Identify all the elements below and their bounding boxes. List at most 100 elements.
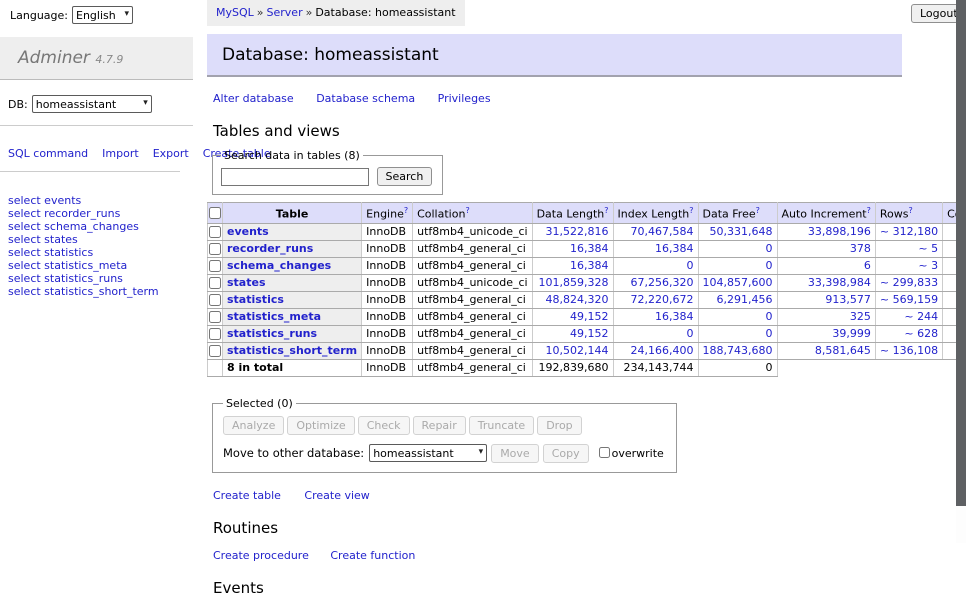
rows-count-link[interactable]: ~ 3 [918, 259, 938, 272]
row-checkbox[interactable] [209, 243, 221, 255]
index-length-link[interactable]: 72,220,672 [631, 293, 694, 306]
data-free-link[interactable]: 188,743,680 [703, 344, 773, 357]
selected-action-button[interactable]: Repair [413, 416, 466, 435]
sidebar-select-table-link[interactable]: select statistics_short_term [8, 285, 185, 298]
create-function-link[interactable]: Create function [330, 549, 415, 562]
row-checkbox[interactable] [209, 226, 221, 238]
search-input[interactable] [221, 168, 369, 186]
vertical-scrollbar-thumb[interactable] [956, 0, 966, 506]
data-free-link[interactable]: 0 [766, 242, 773, 255]
index-length-link[interactable]: 0 [687, 327, 694, 340]
index-length-link[interactable]: 70,467,584 [631, 225, 694, 238]
index-length-link[interactable]: 0 [687, 259, 694, 272]
sidebar-select-table-link[interactable]: select recorder_runs [8, 207, 185, 220]
index-length-link[interactable]: 16,384 [655, 310, 694, 323]
breadcrumb-mysql-link[interactable]: MySQL [216, 6, 254, 19]
column-help-link[interactable]: ? [908, 206, 912, 215]
rows-count-link[interactable]: ~ 299,833 [880, 276, 938, 289]
move-database-select[interactable]: homeassistant [369, 444, 487, 462]
data-length-link[interactable]: 16,384 [570, 242, 609, 255]
column-help-link[interactable]: ? [867, 206, 871, 215]
column-help-link[interactable]: ? [465, 206, 469, 215]
rows-count-link[interactable]: ~ 136,108 [880, 344, 938, 357]
rows-count-link[interactable]: ~ 312,180 [880, 225, 938, 238]
privileges-link[interactable]: Privileges [438, 92, 491, 105]
alter-database-link[interactable]: Alter database [213, 92, 294, 105]
auto-increment-link[interactable]: 33,898,196 [808, 225, 871, 238]
data-length-link[interactable]: 10,502,144 [546, 344, 609, 357]
rows-count-link[interactable]: ~ 244 [904, 310, 938, 323]
create-table-link[interactable]: Create table [213, 489, 281, 502]
column-help-link[interactable]: ? [756, 206, 760, 215]
sidebar-select-table-link[interactable]: select statistics_runs [8, 272, 185, 285]
column-help-link[interactable]: ? [604, 206, 608, 215]
data-length-link[interactable]: 31,522,816 [546, 225, 609, 238]
sidebar-select-table-link[interactable]: select events [8, 194, 185, 207]
row-checkbox[interactable] [209, 311, 221, 323]
selected-action-button[interactable]: Analyze [223, 416, 284, 435]
index-length-link[interactable]: 16,384 [655, 242, 694, 255]
copy-button[interactable]: Copy [543, 444, 589, 463]
create-view-link[interactable]: Create view [304, 489, 369, 502]
table-name-link[interactable]: recorder_runs [227, 242, 313, 255]
auto-increment-link[interactable]: 913,577 [825, 293, 871, 306]
select-all-checkbox[interactable] [209, 207, 221, 219]
rows-count-link[interactable]: ~ 628 [904, 327, 938, 340]
auto-increment-link[interactable]: 6 [864, 259, 871, 272]
database-schema-link[interactable]: Database schema [316, 92, 415, 105]
row-checkbox[interactable] [209, 277, 221, 289]
move-button[interactable]: Move [491, 444, 539, 463]
table-name-link[interactable]: states [227, 276, 266, 289]
language-select[interactable]: English [72, 6, 133, 24]
sidebar-select-table-link[interactable]: select statistics [8, 246, 185, 259]
selected-action-button[interactable]: Drop [537, 416, 581, 435]
auto-increment-link[interactable]: 378 [850, 242, 871, 255]
data-free-link[interactable]: 50,331,648 [710, 225, 773, 238]
selected-action-button[interactable]: Truncate [469, 416, 534, 435]
db-select[interactable]: homeassistant [32, 95, 152, 113]
sidebar-select-table-link[interactable]: select states [8, 233, 185, 246]
column-help-link[interactable]: ? [689, 206, 693, 215]
index-length-link[interactable]: 24,166,400 [631, 344, 694, 357]
table-name-link[interactable]: statistics_runs [227, 327, 317, 340]
index-length-link[interactable]: 67,256,320 [631, 276, 694, 289]
table-name-link[interactable]: statistics_short_term [227, 344, 357, 357]
search-button[interactable]: Search [377, 167, 433, 186]
data-length-link[interactable]: 101,859,328 [539, 276, 609, 289]
auto-increment-link[interactable]: 33,398,984 [808, 276, 871, 289]
data-length-link[interactable]: 16,384 [570, 259, 609, 272]
data-free-link[interactable]: 6,291,456 [717, 293, 773, 306]
sidebar-action-link[interactable]: Import [102, 147, 139, 160]
table-name-link[interactable]: statistics_meta [227, 310, 321, 323]
data-free-link[interactable]: 0 [766, 327, 773, 340]
breadcrumb-server-link[interactable]: Server [267, 6, 303, 19]
data-free-link[interactable]: 0 [766, 310, 773, 323]
auto-increment-link[interactable]: 8,581,645 [815, 344, 871, 357]
row-checkbox[interactable] [209, 328, 221, 340]
data-free-link[interactable]: 0 [766, 259, 773, 272]
data-length-link[interactable]: 49,152 [570, 327, 609, 340]
sidebar-action-link[interactable]: Export [153, 147, 189, 160]
auto-increment-link[interactable]: 39,999 [832, 327, 871, 340]
table-name-link[interactable]: schema_changes [227, 259, 331, 272]
row-checkbox[interactable] [209, 260, 221, 272]
sidebar-action-link[interactable]: SQL command [8, 147, 88, 160]
row-checkbox[interactable] [209, 294, 221, 306]
create-procedure-link[interactable]: Create procedure [213, 549, 309, 562]
rows-count-link[interactable]: ~ 5 [918, 242, 938, 255]
column-help-link[interactable]: ? [404, 206, 408, 215]
sidebar-select-table-link[interactable]: select statistics_meta [8, 259, 185, 272]
selected-action-button[interactable]: Check [358, 416, 410, 435]
selected-action-button[interactable]: Optimize [287, 416, 354, 435]
vertical-scrollbar-track[interactable] [956, 0, 966, 543]
data-free-link[interactable]: 104,857,600 [703, 276, 773, 289]
data-length-link[interactable]: 48,824,320 [546, 293, 609, 306]
row-checkbox[interactable] [209, 345, 221, 357]
auto-increment-link[interactable]: 325 [850, 310, 871, 323]
overwrite-checkbox[interactable] [599, 447, 610, 458]
sidebar-select-table-link[interactable]: select schema_changes [8, 220, 185, 233]
table-name-link[interactable]: statistics [227, 293, 284, 306]
rows-count-link[interactable]: ~ 569,159 [880, 293, 938, 306]
table-name-link[interactable]: events [227, 225, 269, 238]
data-length-link[interactable]: 49,152 [570, 310, 609, 323]
